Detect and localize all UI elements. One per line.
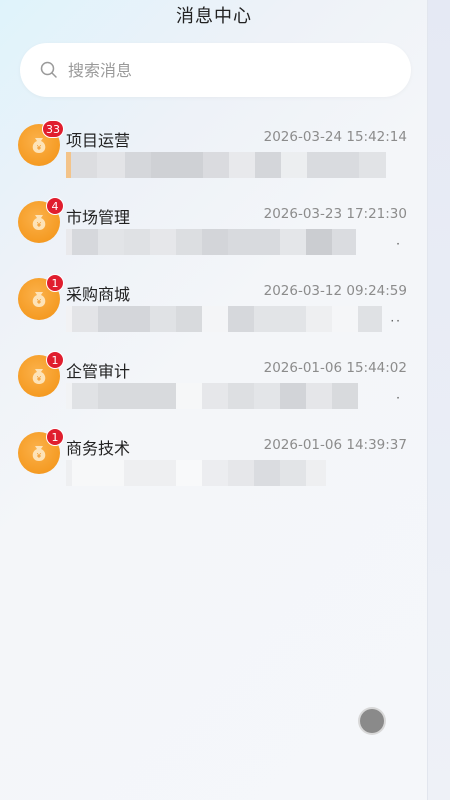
message-sender: 项目运营 <box>66 131 131 150</box>
money-bag-icon: ¥ <box>32 446 46 461</box>
message-item-xiangmu-yunying[interactable]: ¥ 33 项目运营 2026-03-24 15:42:14 <box>0 120 428 197</box>
floating-assistant-icon[interactable] <box>360 709 384 733</box>
message-time: 2026-03-24 15:42:14 <box>263 129 407 145</box>
message-preview-blurred <box>66 460 386 486</box>
money-bag-icon: ¥ <box>32 292 46 307</box>
unread-badge: 1 <box>46 351 64 369</box>
message-item-shichang-guanli[interactable]: ¥ 4 市场管理 2026-03-23 17:21:30 · <box>0 197 428 274</box>
unread-badge: 4 <box>46 197 64 215</box>
page-title: 消息中心 <box>176 6 252 27</box>
svg-text:¥: ¥ <box>37 298 42 306</box>
side-panel-edge <box>427 0 450 800</box>
message-sender: 市场管理 <box>66 208 131 227</box>
search-icon <box>40 61 57 78</box>
search-input[interactable] <box>66 59 370 81</box>
message-preview-dots: ·· <box>390 314 402 328</box>
svg-text:¥: ¥ <box>37 375 42 383</box>
message-sender: 企管审计 <box>66 362 131 381</box>
message-item-shangwu-jishu[interactable]: ¥ 1 商务技术 2026-01-06 14:39:37 <box>0 428 428 505</box>
message-time: 2026-03-23 17:21:30 <box>263 206 407 222</box>
message-sender: 采购商城 <box>66 285 131 304</box>
message-list: ¥ 33 项目运营 2026-03-24 15:42:14 ¥ 4 市场管理 2… <box>0 120 428 505</box>
message-preview-blurred <box>66 306 386 332</box>
svg-text:¥: ¥ <box>37 221 42 229</box>
message-avatar: ¥ 1 <box>18 274 64 320</box>
message-avatar: ¥ 1 <box>18 428 64 474</box>
message-avatar: ¥ 4 <box>18 197 64 243</box>
svg-text:¥: ¥ <box>37 452 42 460</box>
message-preview-blurred <box>66 229 386 255</box>
message-preview-dots: · <box>396 237 402 251</box>
message-time: 2026-01-06 15:44:02 <box>263 360 407 376</box>
message-preview-blurred <box>66 152 386 178</box>
message-time: 2026-01-06 14:39:37 <box>263 437 407 453</box>
message-avatar: ¥ 1 <box>18 351 64 397</box>
unread-badge: 1 <box>46 428 64 446</box>
money-bag-icon: ¥ <box>32 215 46 230</box>
message-preview-blurred <box>66 383 386 409</box>
message-time: 2026-03-12 09:24:59 <box>263 283 407 299</box>
svg-text:¥: ¥ <box>37 144 42 152</box>
search-bar[interactable] <box>20 43 411 97</box>
app-screen: 消息中心 ¥ 33 项目运营 2026-03-24 15:42:14 <box>0 0 428 800</box>
money-bag-icon: ¥ <box>32 369 46 384</box>
message-item-caigou-shangcheng[interactable]: ¥ 1 采购商城 2026-03-12 09:24:59 ·· <box>0 274 428 351</box>
message-preview-dots: · <box>396 391 402 405</box>
unread-badge: 1 <box>46 274 64 292</box>
message-item-qiguan-shenji[interactable]: ¥ 1 企管审计 2026-01-06 15:44:02 · <box>0 351 428 428</box>
unread-badge: 33 <box>42 120 64 138</box>
message-sender: 商务技术 <box>66 439 131 458</box>
message-avatar: ¥ 33 <box>18 120 64 166</box>
